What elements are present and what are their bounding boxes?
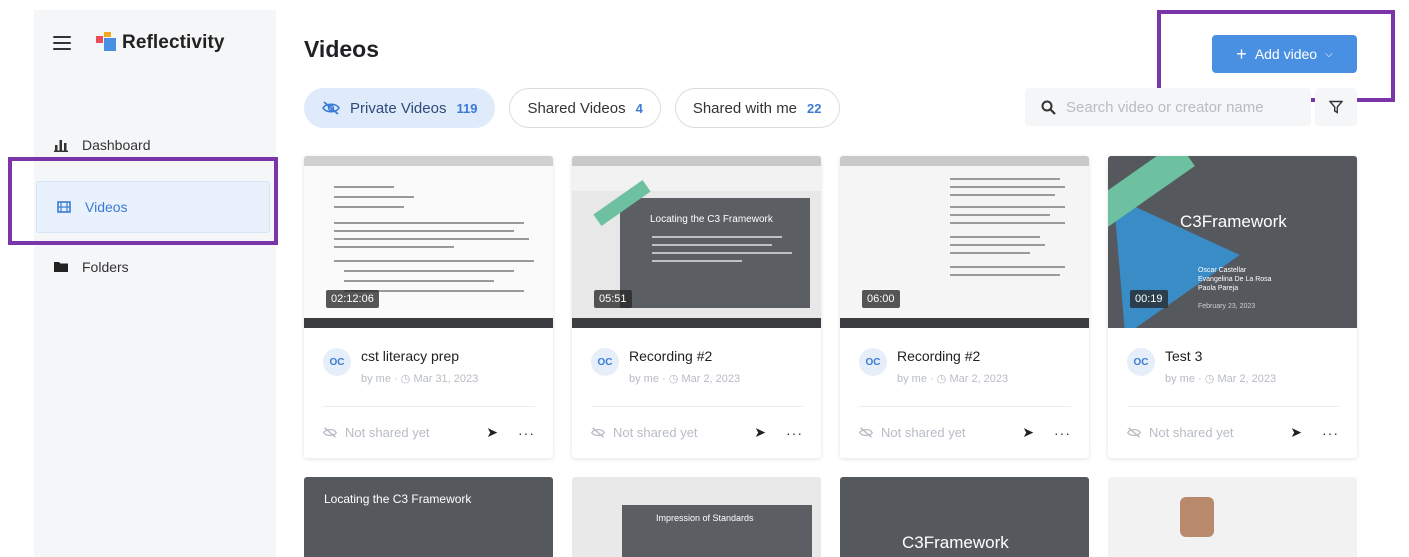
video-thumbnail[interactable]: 02:12:06 xyxy=(304,156,553,328)
video-owner: by me xyxy=(361,373,391,385)
video-meta: by me · ◷ Mar 2, 2023 xyxy=(1165,373,1277,385)
video-date: Mar 31, 2023 xyxy=(413,373,479,385)
add-video-label: Add video xyxy=(1254,46,1318,62)
eye-off-icon xyxy=(322,101,340,115)
plus-icon: + xyxy=(1236,44,1247,64)
clock-icon: ◷ xyxy=(668,373,679,385)
eye-off-icon xyxy=(859,427,873,438)
video-duration: 06:00 xyxy=(862,290,900,308)
avatar: OC xyxy=(859,348,887,376)
menu-icon[interactable] xyxy=(53,36,71,50)
video-tabs: Private Videos 119 Shared Videos 4 Share… xyxy=(304,88,840,128)
tab-label: Shared Videos xyxy=(527,99,626,117)
logo-text: Reflectivity xyxy=(122,32,225,53)
video-thumbnail[interactable]: Locating the C3 Framework 05:51 xyxy=(572,156,821,328)
sidebar-item-folders[interactable]: Folders xyxy=(34,241,276,293)
clock-icon: ◷ xyxy=(1204,373,1215,385)
video-title[interactable]: Recording #2 xyxy=(897,348,980,364)
video-meta: by me · ◷ Mar 2, 2023 xyxy=(897,373,1009,385)
video-title[interactable]: cst literacy prep xyxy=(361,348,459,364)
search-box xyxy=(1025,88,1311,126)
more-options-icon[interactable]: ··· xyxy=(1322,425,1339,441)
sidebar-item-label: Folders xyxy=(82,259,129,275)
video-date: Mar 2, 2023 xyxy=(681,373,741,385)
tab-private-videos[interactable]: Private Videos 119 xyxy=(304,88,496,128)
video-duration: 02:12:06 xyxy=(326,290,379,308)
video-date: Mar 2, 2023 xyxy=(949,373,1009,385)
share-status: Not shared yet xyxy=(323,425,486,440)
eye-off-icon xyxy=(323,427,337,438)
video-title[interactable]: Recording #2 xyxy=(629,348,712,364)
eye-off-icon xyxy=(1127,427,1141,438)
tab-count: 4 xyxy=(635,100,643,116)
video-thumbnail[interactable] xyxy=(1108,477,1357,557)
video-thumbnail[interactable]: C3Framework xyxy=(840,477,1089,557)
video-thumbnail[interactable]: C3Framework Oscar Castellar Evangelina D… xyxy=(1108,156,1357,328)
video-duration: 00:19 xyxy=(1130,290,1168,308)
sidebar-item-label: Dashboard xyxy=(82,137,151,153)
eye-off-icon xyxy=(591,427,605,438)
tab-shared-videos[interactable]: Shared Videos 4 xyxy=(509,88,661,128)
video-owner: by me xyxy=(897,373,927,385)
tab-label: Shared with me xyxy=(692,99,798,117)
share-icon[interactable]: ➤ xyxy=(1290,424,1302,441)
videos-highlight-box xyxy=(8,157,278,245)
app-root: Reflectivity Dashboard Videos Folders Vi… xyxy=(0,0,1409,557)
video-card[interactable]: C3Framework Oscar Castellar Evangelina D… xyxy=(1108,156,1357,458)
sidebar: Reflectivity Dashboard Videos Folders xyxy=(34,10,276,557)
more-options-icon[interactable]: ··· xyxy=(518,425,535,441)
add-video-button[interactable]: + Add video ⌵ xyxy=(1212,35,1357,73)
video-card[interactable]: 02:12:06 OC cst literacy prep by me · ◷ … xyxy=(304,156,553,458)
video-card[interactable]: 06:00 OC Recording #2 by me · ◷ Mar 2, 2… xyxy=(840,156,1089,458)
bar-chart-icon xyxy=(54,140,68,152)
video-owner: by me xyxy=(629,373,659,385)
video-thumbnail[interactable]: Locating the C3 Framework xyxy=(304,477,553,557)
tab-count: 119 xyxy=(456,100,478,116)
video-card[interactable]: Locating the C3 Framework 05:51 OC Recor… xyxy=(572,156,821,458)
video-title[interactable]: Test 3 xyxy=(1165,348,1202,364)
search-input[interactable] xyxy=(1066,98,1296,116)
clock-icon: ◷ xyxy=(400,373,411,385)
folder-icon xyxy=(54,262,68,272)
share-status: Not shared yet xyxy=(1127,425,1290,440)
clock-icon: ◷ xyxy=(936,373,947,385)
video-thumbnail[interactable]: Impression of Standards xyxy=(572,477,821,557)
chevron-down-icon: ⌵ xyxy=(1325,48,1333,60)
video-date: Mar 2, 2023 xyxy=(1217,373,1277,385)
filter-icon xyxy=(1329,100,1343,114)
tab-label: Private Videos xyxy=(350,99,447,117)
share-icon[interactable]: ➤ xyxy=(486,424,498,441)
page-title: Videos xyxy=(304,36,379,62)
avatar: OC xyxy=(1127,348,1155,376)
share-icon[interactable]: ➤ xyxy=(1022,424,1034,441)
video-thumbnail[interactable]: 06:00 xyxy=(840,156,1089,328)
filter-button[interactable] xyxy=(1315,88,1357,126)
more-options-icon[interactable]: ··· xyxy=(1054,425,1071,441)
logo[interactable]: Reflectivity xyxy=(96,32,225,54)
search-icon xyxy=(1041,100,1056,115)
avatar: OC xyxy=(323,348,351,376)
video-duration: 05:51 xyxy=(594,290,632,308)
share-icon[interactable]: ➤ xyxy=(754,424,766,441)
more-options-icon[interactable]: ··· xyxy=(786,425,803,441)
video-owner: by me xyxy=(1165,373,1195,385)
tab-shared-with-me[interactable]: Shared with me 22 xyxy=(674,88,840,128)
video-meta: by me · ◷ Mar 31, 2023 xyxy=(361,373,479,385)
video-meta: by me · ◷ Mar 2, 2023 xyxy=(629,373,741,385)
avatar: OC xyxy=(591,348,619,376)
share-status: Not shared yet xyxy=(859,425,1022,440)
logo-mark-icon xyxy=(96,32,116,54)
presenter-photo xyxy=(1180,497,1214,537)
share-status: Not shared yet xyxy=(591,425,754,440)
tab-count: 22 xyxy=(807,100,822,116)
